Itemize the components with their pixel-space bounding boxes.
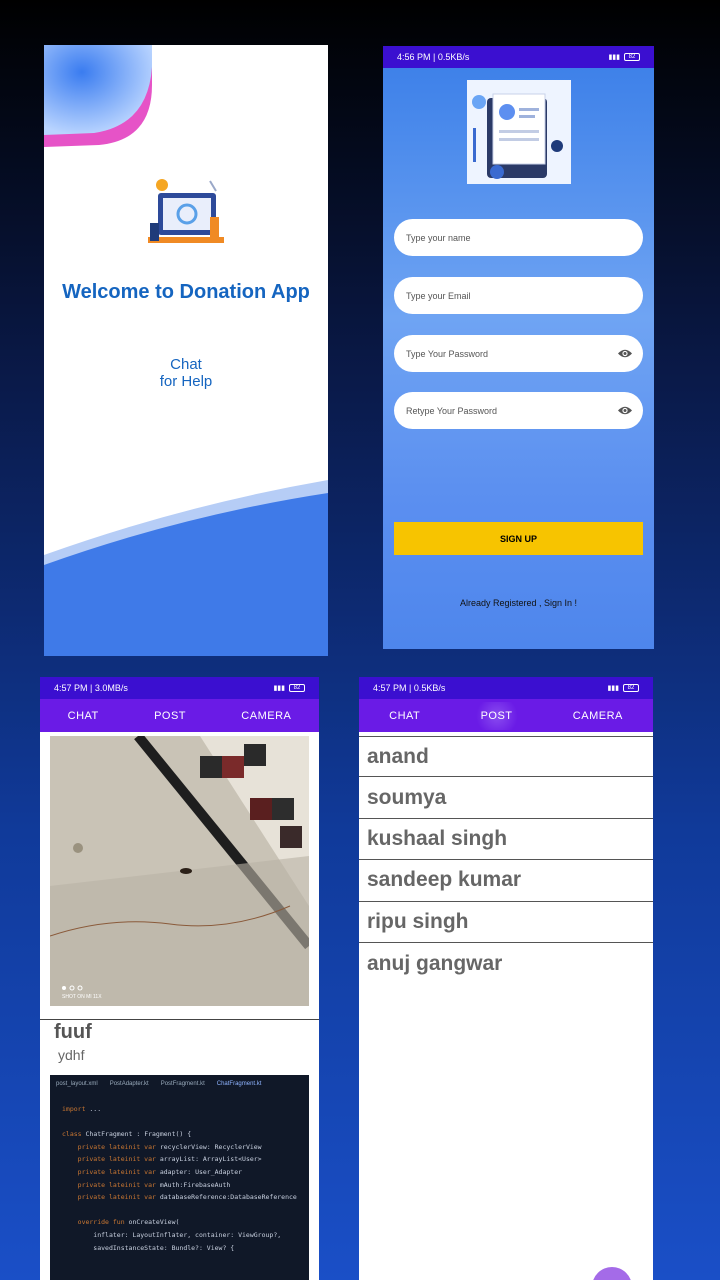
tab-chat[interactable]: CHAT [58,702,109,730]
signup-screen: 4:56 PM | 0.5KB/s ▮▮▮ 82 Type your name … [383,46,654,649]
code-tab: ChatFragment.kt [216,1081,262,1087]
sign-up-button[interactable]: SIGN UP [394,522,643,555]
status-icons: ▮▮▮ 82 [608,53,640,61]
code-tab: PostAdapter.kt [109,1081,149,1087]
code-tab: post_layout.xml [56,1081,98,1087]
user-list: anand soumya kushaal singh sandeep kumar… [359,736,653,984]
retype-password-field[interactable]: Retype Your Password [394,392,643,429]
battery-icon: 82 [624,53,640,61]
list-item[interactable]: anuj gangwar [359,943,653,984]
post-image[interactable]: SHOT ON MI 11X [50,736,309,1006]
status-bar: 4:57 PM | 0.5KB/s ▮▮▮ 82 [359,677,653,699]
signal-icon: ▮▮▮ [608,54,620,61]
chat-for-help-link[interactable]: Chat for Help [44,356,328,390]
password-field[interactable]: Type Your Password [394,335,643,372]
post-screen: 4:57 PM | 3.0MB/s ▮▮▮ 82 CHAT POST CAMER… [40,677,319,1280]
password-placeholder: Type Your Password [406,348,489,359]
code-snippet: import ... class ChatFragment : Fragment… [62,1105,297,1252]
status-time: 4:57 PM | 3.0MB/s [54,683,128,693]
post-code-image[interactable]: post_layout.xml PostAdapter.kt PostFragm… [50,1075,309,1280]
list-item[interactable]: ripu singh [359,902,653,943]
list-item[interactable]: sandeep kumar [359,860,653,902]
sign-in-link[interactable]: Already Registered , Sign In ! [383,598,654,608]
code-tab-bar: post_layout.xml PostAdapter.kt PostFragm… [50,1081,309,1095]
photo-caption: SHOT ON MI 11X [62,994,102,1000]
tab-bar: CHAT POST CAMERA [359,699,653,732]
eye-icon[interactable] [617,404,633,417]
email-field[interactable]: Type your Email [394,277,643,314]
post-description: ydhf [58,1047,85,1063]
list-item[interactable]: soumya [359,777,653,819]
list-item[interactable]: anand [359,736,653,778]
decorative-blob [44,45,152,147]
tab-camera[interactable]: CAMERA [231,702,301,730]
tab-post[interactable]: POST [470,701,523,730]
signal-icon: ▮▮▮ [273,685,285,692]
name-field[interactable]: Type your name [394,219,643,256]
post-title: fuuf [54,1021,92,1043]
chat-screen: 4:57 PM | 0.5KB/s ▮▮▮ 82 CHAT POST CAMER… [359,677,653,1280]
status-icons: ▮▮▮ 82 [607,684,639,692]
list-item[interactable]: kushaal singh [359,819,653,861]
tab-chat[interactable]: CHAT [379,702,430,730]
welcome-screen: Welcome to Donation App Chat for Help [44,45,328,656]
battery-icon: 82 [289,684,305,692]
tab-camera[interactable]: CAMERA [563,702,633,730]
eye-icon[interactable] [617,347,633,360]
status-bar: 4:56 PM | 0.5KB/s ▮▮▮ 82 [383,46,654,68]
post-divider [40,1019,319,1020]
email-placeholder: Type your Email [406,290,471,301]
battery-icon: 82 [623,684,639,692]
status-time: 4:56 PM | 0.5KB/s [397,52,470,62]
status-bar: 4:57 PM | 3.0MB/s ▮▮▮ 82 [40,677,319,699]
signup-illustration [467,80,571,184]
tab-post[interactable]: POST [144,702,196,730]
status-time: 4:57 PM | 0.5KB/s [373,683,446,693]
floating-action-button[interactable] [592,1267,632,1280]
status-icons: ▮▮▮ 82 [273,684,305,692]
decorative-wave [44,480,328,656]
signal-icon: ▮▮▮ [607,685,619,692]
tab-bar: CHAT POST CAMERA [40,699,319,732]
name-placeholder: Type your name [406,232,471,243]
welcome-illustration [148,179,224,243]
retype-password-placeholder: Retype Your Password [406,405,498,416]
welcome-title: Welcome to Donation App [62,281,310,303]
code-tab: PostFragment.kt [160,1081,205,1087]
